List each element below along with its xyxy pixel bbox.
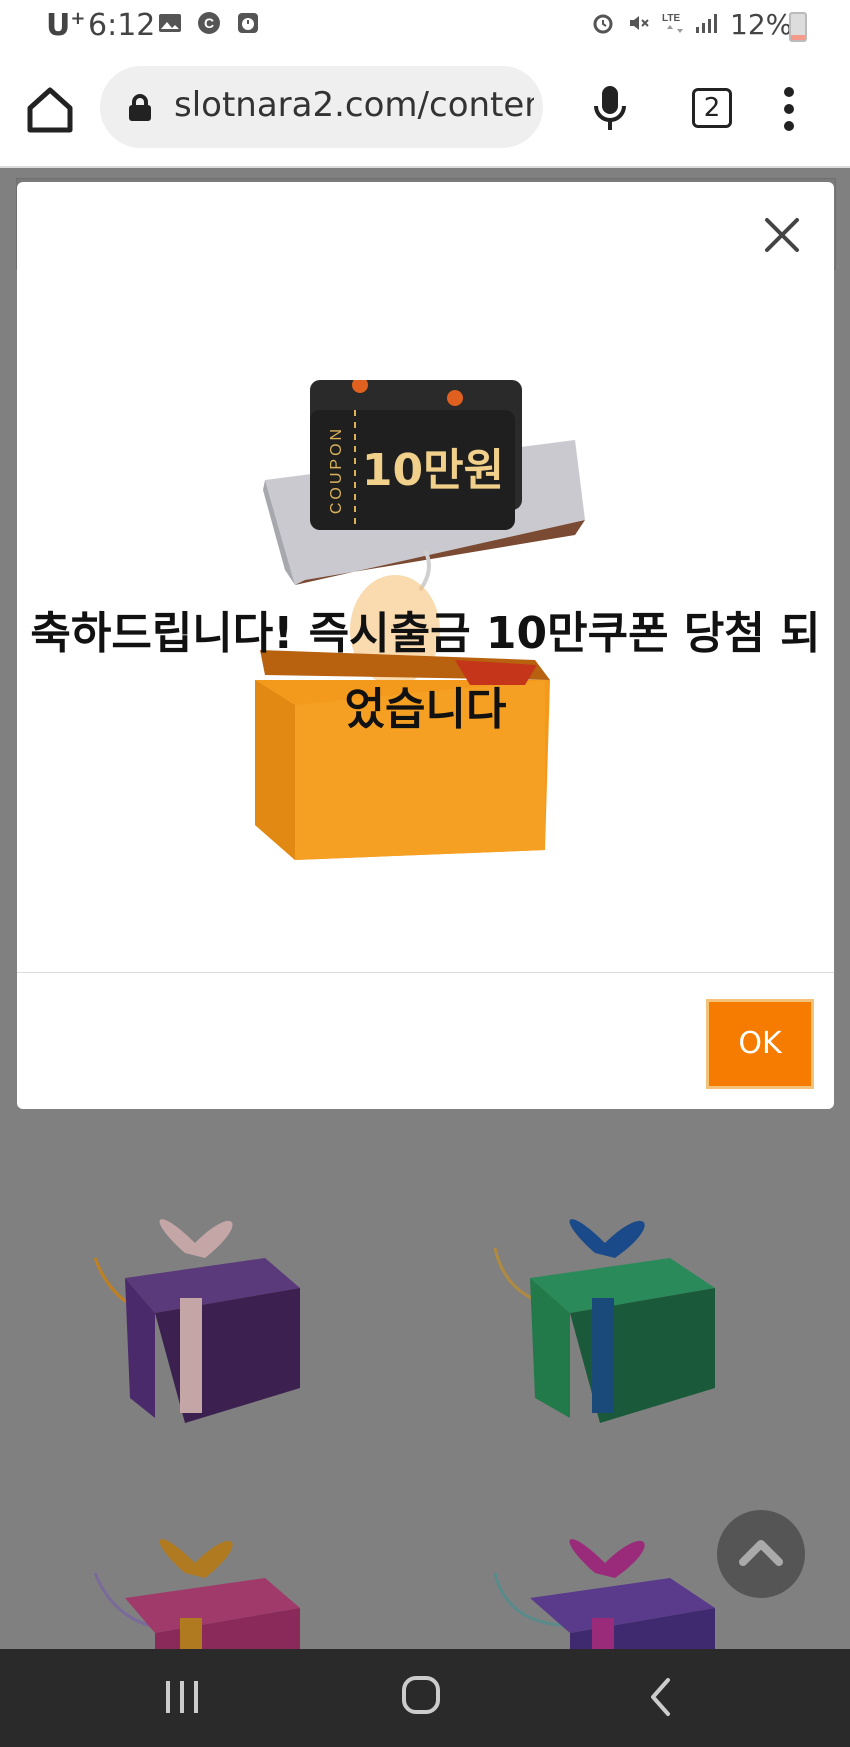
carrier-label: U+ [46,8,86,43]
ok-button[interactable]: OK [706,999,814,1089]
c-badge-icon: C [198,12,220,34]
status-bar: U+ 6:12 C LTE 12% [0,0,850,52]
coupon-label: COUPON [328,426,345,514]
gift-box-purple[interactable] [85,1198,345,1428]
browser-toolbar: slotnara2.com/conten 2 [0,52,850,168]
home-nav-icon[interactable] [401,1675,441,1715]
gift-box-pink[interactable] [85,1528,345,1649]
svg-text:LTE: LTE [662,13,680,24]
address-bar[interactable]: slotnara2.com/conten [100,66,543,148]
recent-apps-icon[interactable] [163,1679,201,1715]
gift-box-green[interactable] [490,1198,760,1428]
coupon-amount: 10만원 [362,445,504,496]
congratulations-message: 축하드립니다! 즉시출금 10만쿠폰 당첨 되었습니다 [30,608,821,735]
url-text[interactable]: slotnara2.com/conten [174,85,534,125]
back-icon[interactable] [648,1677,674,1717]
close-icon[interactable] [763,216,801,254]
battery-percent: 12% [730,8,793,41]
more-options-icon[interactable] [783,86,795,132]
scroll-to-top-button[interactable] [717,1510,805,1598]
coupon-ticket: COUPON 10만원 [310,380,522,530]
alarm-icon [593,14,613,34]
microphone-icon[interactable] [592,84,628,134]
timer-icon [238,13,258,33]
gallery-icon [159,14,181,32]
tab-switcher-button[interactable]: 2 [692,88,732,128]
chevron-up-icon [739,1540,783,1566]
home-icon[interactable] [24,84,76,136]
mute-icon [630,16,649,30]
svg-text:C: C [204,15,214,31]
lte-icon: LTE [662,13,683,33]
modal-divider [17,972,834,973]
signal-icon [696,14,717,33]
battery-icon [789,12,807,42]
lock-icon [129,94,151,121]
system-nav-bar [0,1649,850,1747]
clock: 6:12 [88,8,156,43]
